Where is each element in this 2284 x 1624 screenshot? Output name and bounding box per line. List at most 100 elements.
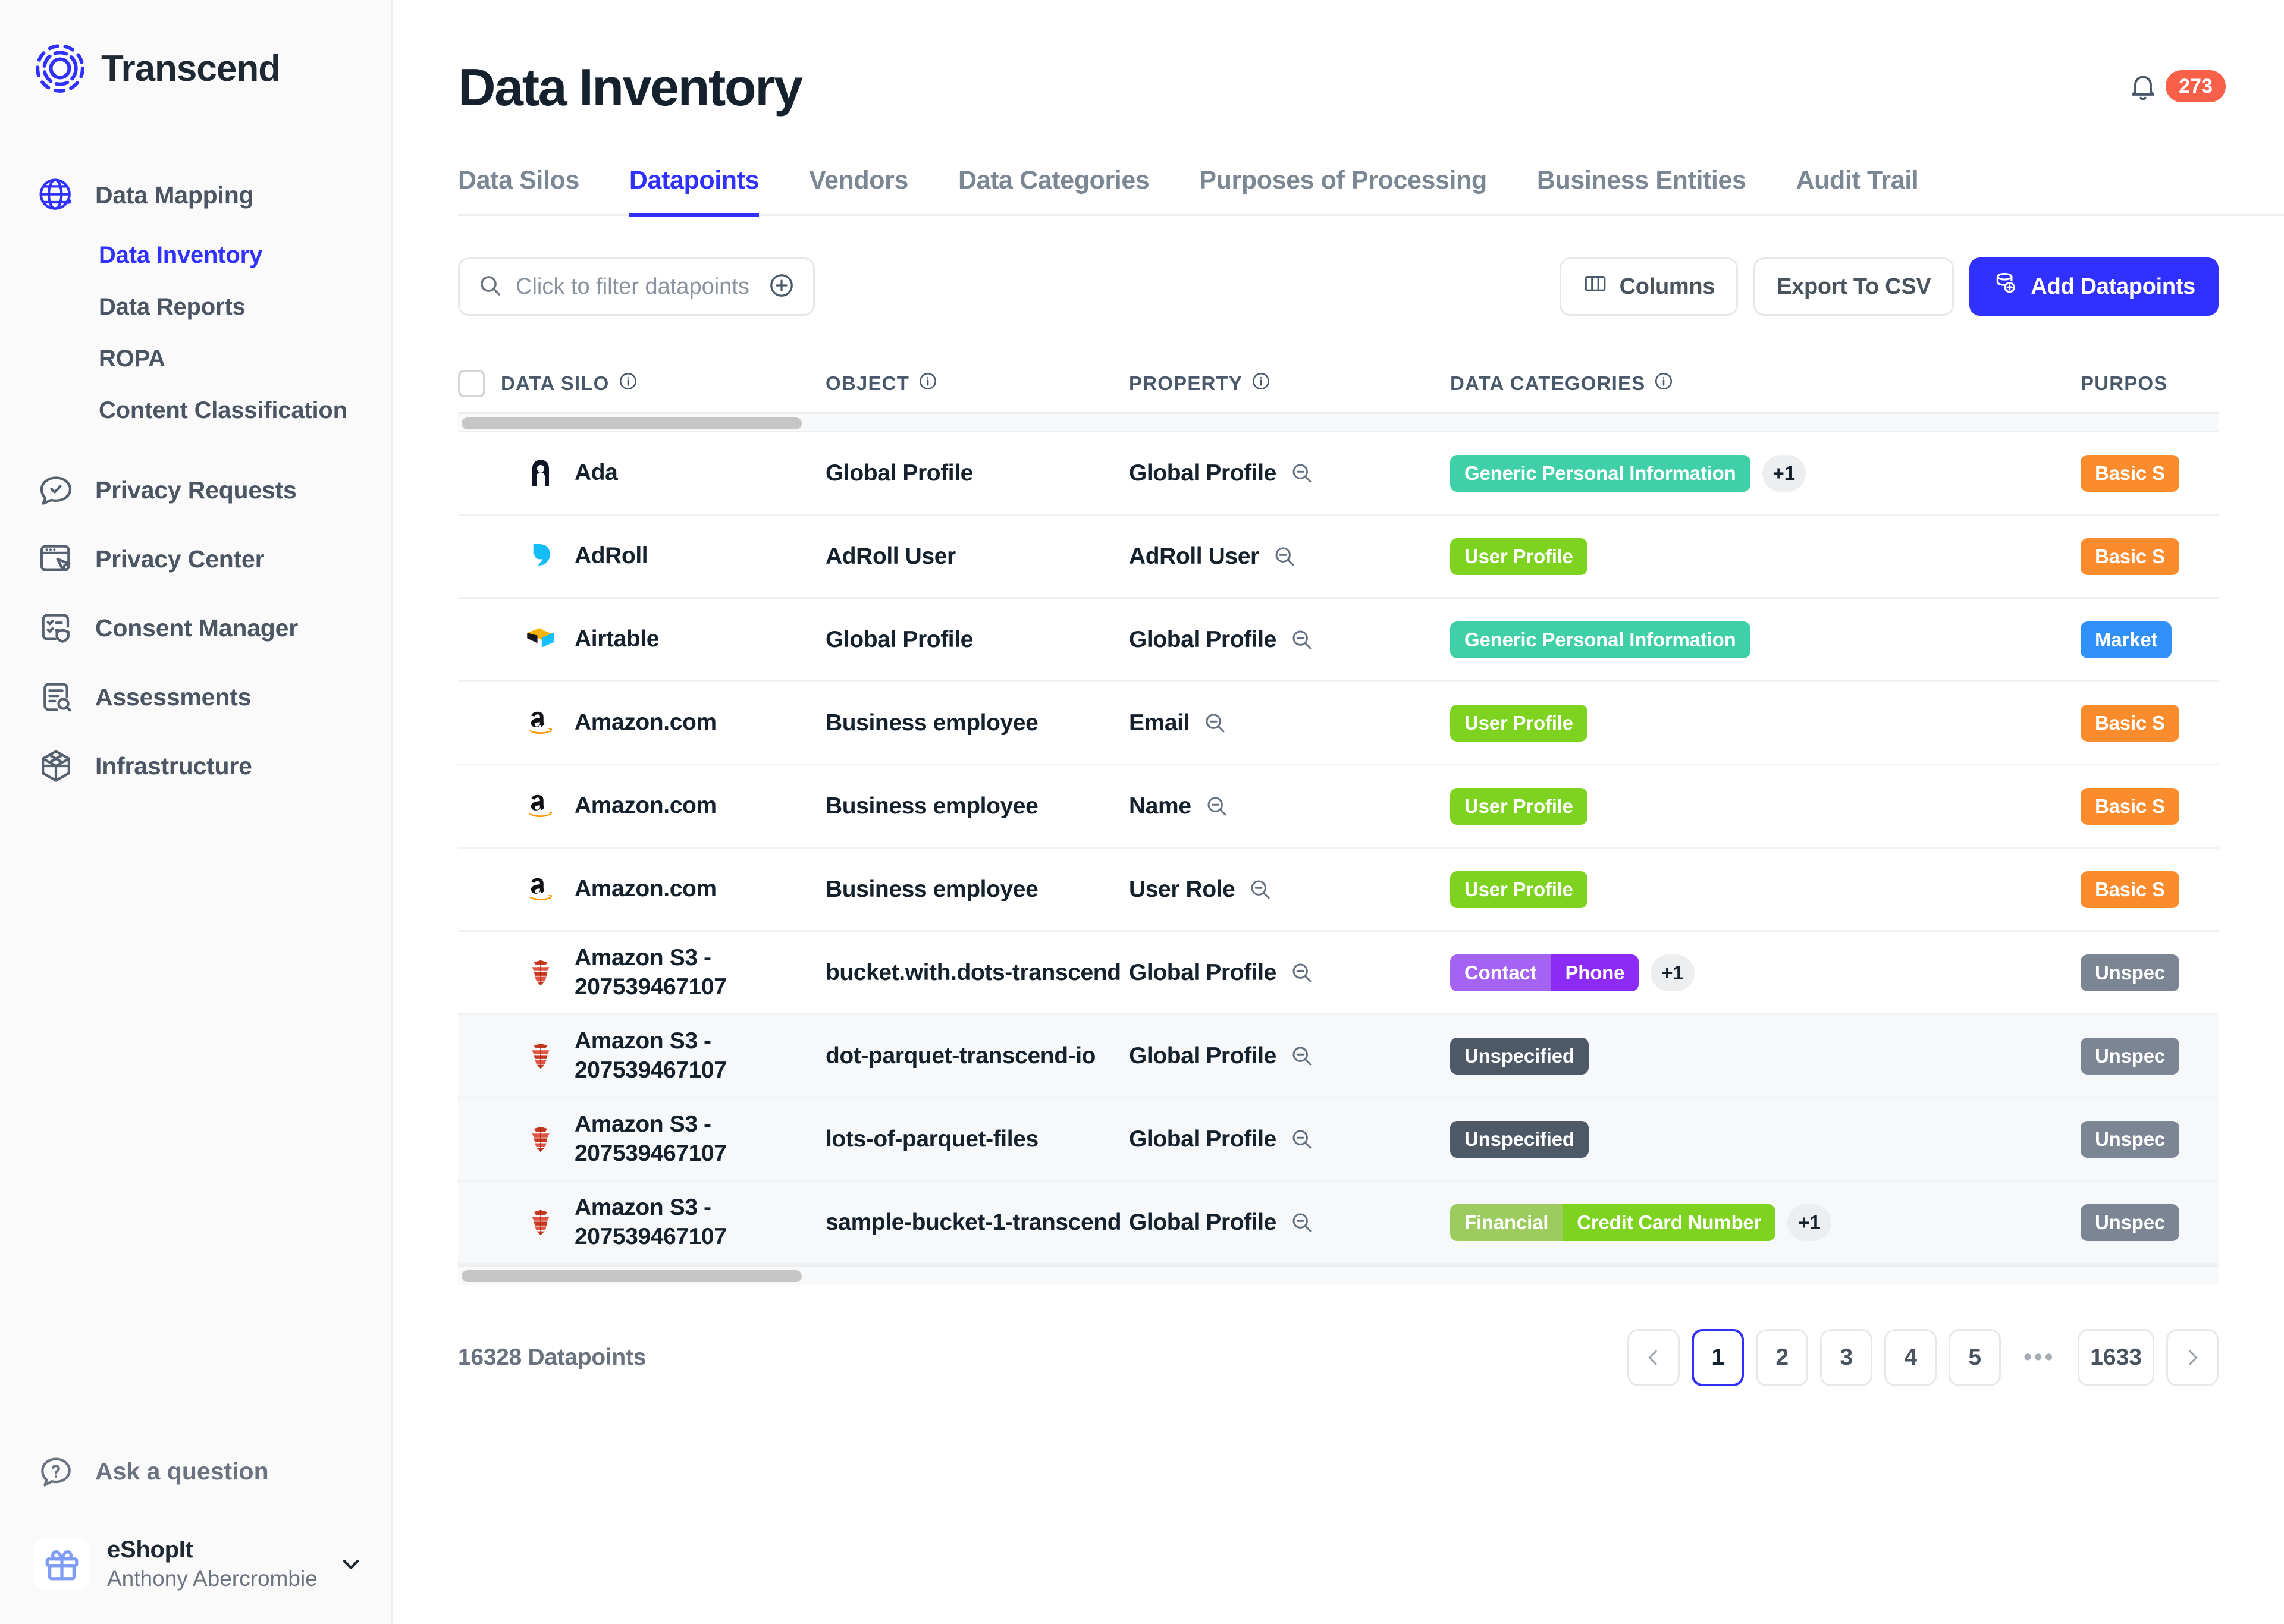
purpose-tag[interactable]: Basic S xyxy=(2081,704,2179,742)
cell-data-silo[interactable]: Amazon.com xyxy=(501,705,826,742)
pagination-page-2[interactable]: 2 xyxy=(1756,1329,1809,1386)
table-row[interactable]: Amazon S3 - 207539467107 dot-parquet-tran… xyxy=(458,1015,2219,1098)
category-overflow-badge[interactable]: +1 xyxy=(1651,954,1695,991)
sidebar-item-data-inventory[interactable]: Data Inventory xyxy=(99,230,391,281)
tab-business-entities[interactable]: Business Entities xyxy=(1537,166,1746,217)
zoom-out-icon[interactable] xyxy=(1290,1210,1314,1235)
zoom-out-icon[interactable] xyxy=(1290,461,1314,486)
category-tag[interactable]: Phone xyxy=(1551,954,1639,991)
cell-data-silo[interactable]: Amazon.com xyxy=(501,871,826,908)
sidebar-item-privacy-center[interactable]: Privacy Center xyxy=(0,524,391,593)
zoom-out-icon[interactable] xyxy=(1290,960,1314,985)
pagination-next-button[interactable] xyxy=(2166,1329,2219,1386)
cell-data-silo[interactable]: Amazon.com xyxy=(501,788,826,825)
table-horizontal-scrollbar-top[interactable] xyxy=(458,412,2219,432)
cell-data-silo[interactable]: Amazon S3 - 207539467107 xyxy=(501,1110,826,1168)
info-icon[interactable] xyxy=(918,371,938,396)
cell-data-silo[interactable]: Amazon S3 - 207539467107 xyxy=(501,1027,826,1085)
pagination-page-5[interactable]: 5 xyxy=(1949,1329,2001,1386)
zoom-out-icon[interactable] xyxy=(1272,544,1297,569)
table-horizontal-scrollbar-bottom[interactable] xyxy=(458,1265,2219,1285)
cell-data-silo[interactable]: Amazon S3 - 207539467107 xyxy=(501,944,826,1002)
table-row[interactable]: Amazon S3 - 207539467107 lots-of-parquet-… xyxy=(458,1098,2219,1182)
table-row[interactable]: Airtable Global Profile Global Profile Gene… xyxy=(458,599,2219,682)
purpose-tag[interactable]: Unspec xyxy=(2081,1204,2180,1241)
info-icon[interactable] xyxy=(618,371,638,396)
table-row[interactable]: AdRoll AdRoll User AdRoll User User Profile… xyxy=(458,516,2219,599)
purpose-tag[interactable]: Basic S xyxy=(2081,538,2179,575)
tab-audit-trail[interactable]: Audit Trail xyxy=(1796,166,1919,217)
category-tag[interactable]: Financial xyxy=(1450,1204,1563,1241)
notifications[interactable]: 273 xyxy=(2128,70,2226,102)
select-all-checkbox[interactable] xyxy=(458,370,501,397)
category-overflow-badge[interactable]: +1 xyxy=(1762,454,1806,492)
category-tag[interactable]: Generic Personal Information xyxy=(1450,454,1750,492)
sidebar-item-ropa[interactable]: ROPA xyxy=(99,333,391,385)
info-icon[interactable] xyxy=(1251,371,1271,396)
tab-purposes-of-processing[interactable]: Purposes of Processing xyxy=(1199,166,1487,217)
scrollbar-thumb[interactable] xyxy=(462,1270,802,1282)
sidebar-item-infrastructure[interactable]: Infrastructure xyxy=(0,731,391,800)
zoom-out-icon[interactable] xyxy=(1248,877,1273,902)
zoom-out-icon[interactable] xyxy=(1203,711,1228,736)
cell-data-silo[interactable]: Amazon S3 - 207539467107 xyxy=(501,1193,826,1252)
table-row[interactable]: Amazon S3 - 207539467107 bucket.with.dots… xyxy=(458,932,2219,1015)
columns-button[interactable]: Columns xyxy=(1559,257,1739,316)
pagination-page-4[interactable]: 4 xyxy=(1884,1329,1937,1386)
chevron-down-icon[interactable] xyxy=(338,1551,364,1577)
category-tag[interactable]: Contact xyxy=(1450,954,1551,991)
table-row[interactable]: Amazon S3 - 207539467107 sample-bucket-1-… xyxy=(458,1182,2219,1265)
category-tag[interactable]: Generic Personal Information xyxy=(1450,621,1750,658)
column-header-data-categories[interactable]: DATA CATEGORIES xyxy=(1450,371,2081,396)
brand[interactable]: Transcend xyxy=(0,0,391,94)
column-header-data-silo[interactable]: DATA SILO xyxy=(501,371,826,396)
cell-data-silo[interactable]: Ada xyxy=(501,455,826,492)
tab-data-categories[interactable]: Data Categories xyxy=(958,166,1150,217)
pagination-page-3[interactable]: 3 xyxy=(1820,1329,1873,1386)
column-header-purposes[interactable]: PURPOS xyxy=(2081,372,2219,395)
checkbox-box[interactable] xyxy=(458,370,485,397)
sidebar-item-data-mapping[interactable]: Data Mapping xyxy=(0,161,391,230)
purpose-tag[interactable]: Market xyxy=(2081,621,2172,658)
account-switcher[interactable]: eShopIt Anthony Abercrombie xyxy=(0,1506,391,1593)
pagination-page-1[interactable]: 1 xyxy=(1692,1329,1745,1386)
column-header-object[interactable]: OBJECT xyxy=(826,371,1129,396)
pagination-prev-button[interactable] xyxy=(1627,1329,1680,1386)
zoom-out-icon[interactable] xyxy=(1204,794,1229,819)
purpose-tag[interactable]: Unspec xyxy=(2081,1120,2180,1158)
ask-a-question-button[interactable]: Ask a question xyxy=(0,1437,391,1506)
column-header-property[interactable]: PROPERTY xyxy=(1129,371,1450,396)
table-row[interactable]: Amazon.com Business employee Name User Prof… xyxy=(458,765,2219,849)
category-tag[interactable]: Unspecified xyxy=(1450,1037,1589,1075)
table-row[interactable]: Amazon.com Business employee Email User Pro… xyxy=(458,682,2219,765)
purpose-tag[interactable]: Basic S xyxy=(2081,454,2179,492)
sidebar-item-data-reports[interactable]: Data Reports xyxy=(99,281,391,333)
tab-data-silos[interactable]: Data Silos xyxy=(458,166,579,217)
tab-vendors[interactable]: Vendors xyxy=(809,166,908,217)
zoom-out-icon[interactable] xyxy=(1290,627,1314,652)
purpose-tag[interactable]: Unspec xyxy=(2081,1037,2180,1075)
cell-data-silo[interactable]: Airtable xyxy=(501,621,826,658)
category-tag[interactable]: Credit Card Number xyxy=(1563,1204,1776,1241)
category-tag[interactable]: User Profile xyxy=(1450,704,1587,742)
plus-circle-icon[interactable] xyxy=(768,272,795,302)
table-row[interactable]: Ada Global Profile Global Profile Generic P… xyxy=(458,432,2219,516)
info-icon[interactable] xyxy=(1654,371,1674,396)
sidebar-item-privacy-requests[interactable]: Privacy Requests xyxy=(0,456,391,524)
category-tag[interactable]: User Profile xyxy=(1450,871,1587,908)
table-row[interactable]: Amazon.com Business employee User Role User… xyxy=(458,849,2219,932)
scrollbar-thumb[interactable] xyxy=(462,417,802,429)
pagination-page-1633[interactable]: 1633 xyxy=(2078,1329,2154,1386)
category-tag[interactable]: User Profile xyxy=(1450,538,1587,575)
zoom-out-icon[interactable] xyxy=(1290,1044,1314,1069)
category-tag[interactable]: Unspecified xyxy=(1450,1120,1589,1158)
zoom-out-icon[interactable] xyxy=(1290,1127,1314,1152)
purpose-tag[interactable]: Basic S xyxy=(2081,787,2179,825)
bell-icon[interactable] xyxy=(2128,71,2158,102)
purpose-tag[interactable]: Basic S xyxy=(2081,871,2179,908)
sidebar-item-assessments[interactable]: Assessments xyxy=(0,662,391,731)
category-overflow-badge[interactable]: +1 xyxy=(1787,1204,1831,1241)
tab-datapoints[interactable]: Datapoints xyxy=(629,166,759,217)
sidebar-item-consent-manager[interactable]: Consent Manager xyxy=(0,593,391,662)
sidebar-item-content-classification[interactable]: Content Classification xyxy=(99,385,391,436)
